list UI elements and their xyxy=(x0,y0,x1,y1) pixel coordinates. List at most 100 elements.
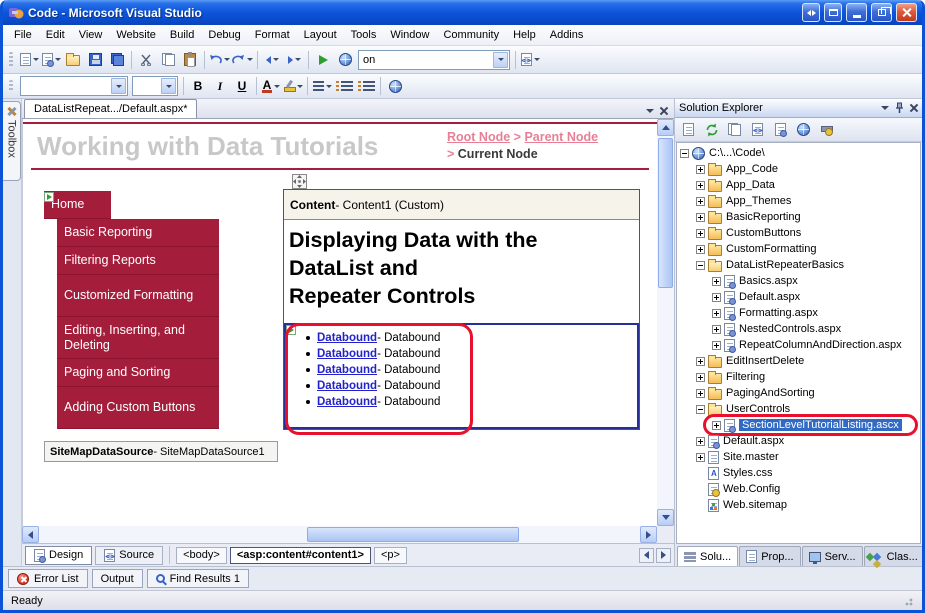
navigate-back-button[interactable] xyxy=(261,49,283,71)
tree-item-filtering[interactable]: Filtering xyxy=(677,369,920,385)
restore-button[interactable] xyxy=(871,3,892,22)
block-format-combobox[interactable] xyxy=(20,76,128,96)
menu-debug[interactable]: Debug xyxy=(201,26,247,44)
titlebar[interactable]: Code - Microsoft Visual Studio xyxy=(3,0,922,25)
nav-item-editing-inserting-deleting[interactable]: Editing, Inserting, and Deleting xyxy=(57,317,219,359)
bullet-list-button[interactable] xyxy=(355,75,377,97)
view-designer-button[interactable] xyxy=(770,120,791,140)
combobox-dropdown-button[interactable] xyxy=(161,78,176,94)
expander-plus-icon[interactable] xyxy=(696,245,705,254)
pin-icon[interactable] xyxy=(894,102,905,114)
menu-view[interactable]: View xyxy=(72,26,110,44)
datalist-control[interactable]: Databound - Databound Databound - Databo… xyxy=(284,323,639,429)
expander-plus-icon[interactable] xyxy=(696,229,705,238)
tag-scroll-right-button[interactable] xyxy=(656,548,671,563)
expander-minus-icon[interactable] xyxy=(696,261,705,270)
start-debug-button[interactable] xyxy=(312,49,334,71)
smart-tag-glyph-icon[interactable] xyxy=(44,192,54,202)
move-handle-icon[interactable] xyxy=(292,174,307,189)
hyperlink-button[interactable] xyxy=(384,75,406,97)
cut-button[interactable] xyxy=(135,49,157,71)
expander-plus-icon[interactable] xyxy=(696,357,705,366)
design-surface[interactable]: Working with Data Tutorials Root Node > … xyxy=(22,119,657,526)
browse-button[interactable] xyxy=(334,49,356,71)
scroll-up-button[interactable] xyxy=(657,119,674,136)
menu-file[interactable]: File xyxy=(7,26,39,44)
expander-plus-icon[interactable] xyxy=(712,325,721,334)
tree-item-default-aspx-root[interactable]: Default.aspx xyxy=(677,433,920,449)
content-placeholder[interactable]: Content - Content1 (Custom) Displaying D… xyxy=(283,189,640,430)
tree-item-default-aspx-folder[interactable]: Default.aspx xyxy=(677,289,920,305)
copy-website-button[interactable] xyxy=(793,120,814,140)
resize-grip[interactable] xyxy=(901,594,914,607)
tree-item-app-data[interactable]: App_Data xyxy=(677,177,920,193)
expander-plus-icon[interactable] xyxy=(696,213,705,222)
expander-plus-icon[interactable] xyxy=(712,309,721,318)
menu-format[interactable]: Format xyxy=(248,26,297,44)
close-document-icon[interactable] xyxy=(660,107,668,115)
document-tab[interactable]: DataListRepeat.../Default.aspx* xyxy=(24,99,197,118)
nav-item-adding-custom-buttons[interactable]: Adding Custom Buttons xyxy=(57,387,219,429)
dock-arrows-button[interactable] xyxy=(802,3,820,22)
design-view-tab[interactable]: Design xyxy=(25,546,92,565)
paste-button[interactable] xyxy=(179,49,201,71)
tree-item-nestedcontrols-aspx[interactable]: NestedControls.aspx xyxy=(677,321,920,337)
tree-item-formatting-aspx[interactable]: Formatting.aspx xyxy=(677,305,920,321)
vertical-scrollbar[interactable] xyxy=(657,119,674,526)
menu-community[interactable]: Community xyxy=(436,26,506,44)
nav-item-customized-formatting[interactable]: Customized Formatting xyxy=(57,275,219,317)
italic-button[interactable]: I xyxy=(209,75,231,97)
copy-button[interactable] xyxy=(157,49,179,71)
expander-plus-icon[interactable] xyxy=(696,437,705,446)
menu-help[interactable]: Help xyxy=(506,26,543,44)
combobox-dropdown-button[interactable] xyxy=(493,52,508,68)
properties-button[interactable] xyxy=(678,120,699,140)
scroll-right-button[interactable] xyxy=(640,526,657,543)
tree-item-website-root[interactable]: C:\...\Code\ xyxy=(677,145,920,161)
tab-error-list[interactable]: Error List xyxy=(8,569,88,588)
open-file-button[interactable] xyxy=(62,49,84,71)
expander-plus-icon[interactable] xyxy=(712,341,721,350)
toolbox-tab[interactable]: Toolbox xyxy=(3,101,21,181)
expander-plus-icon[interactable] xyxy=(696,197,705,206)
tree-item-editinsertdelete[interactable]: EditInsertDelete xyxy=(677,353,920,369)
databound-link[interactable]: Databound xyxy=(317,396,377,408)
tree-item-basics-aspx[interactable]: Basics.aspx xyxy=(677,273,920,289)
menu-layout[interactable]: Layout xyxy=(297,26,344,44)
horizontal-scroll-thumb[interactable] xyxy=(307,527,519,542)
close-panel-icon[interactable] xyxy=(910,104,918,112)
tree-item-customformatting[interactable]: CustomFormatting xyxy=(677,241,920,257)
undo-button[interactable] xyxy=(208,49,231,71)
expander-minus-icon[interactable] xyxy=(696,405,705,414)
view-code-button[interactable] xyxy=(747,120,768,140)
bold-button[interactable]: B xyxy=(187,75,209,97)
nav-item-paging-sorting[interactable]: Paging and Sorting xyxy=(57,359,219,387)
highlight-button[interactable] xyxy=(282,75,304,97)
aspnet-configuration-button[interactable] xyxy=(816,120,837,140)
tree-item-app-themes[interactable]: App_Themes xyxy=(677,193,920,209)
window-mode-button[interactable] xyxy=(824,3,842,22)
databound-link[interactable]: Databound xyxy=(317,380,377,392)
window-position-chevron-icon[interactable] xyxy=(881,106,889,110)
tag-aspcontent-button[interactable]: <asp:content#content1> xyxy=(230,547,371,564)
expander-plus-icon[interactable] xyxy=(696,453,705,462)
save-all-button[interactable] xyxy=(106,49,128,71)
expander-plus-icon[interactable] xyxy=(712,277,721,286)
menu-build[interactable]: Build xyxy=(163,26,201,44)
expander-plus-icon[interactable] xyxy=(696,165,705,174)
alignment-button[interactable] xyxy=(311,75,333,97)
minimize-button[interactable] xyxy=(846,3,867,22)
refresh-button[interactable] xyxy=(701,120,722,140)
expander-plus-icon[interactable] xyxy=(696,373,705,382)
tree-item-repeatcolumnanddirection-aspx[interactable]: RepeatColumnAndDirection.aspx xyxy=(677,337,920,353)
tab-list-chevron-icon[interactable] xyxy=(646,109,654,113)
close-button[interactable] xyxy=(896,3,917,22)
underline-button[interactable]: U xyxy=(231,75,253,97)
source-view-tab[interactable]: Source xyxy=(95,546,163,565)
menu-tools[interactable]: Tools xyxy=(344,26,384,44)
nest-related-files-button[interactable] xyxy=(724,120,745,140)
tree-item-web-config[interactable]: Web.Config xyxy=(677,481,920,497)
nav-item-basic-reporting[interactable]: Basic Reporting xyxy=(57,219,219,247)
databound-link[interactable]: Databound xyxy=(317,364,377,376)
font-size-combobox[interactable] xyxy=(132,76,178,96)
